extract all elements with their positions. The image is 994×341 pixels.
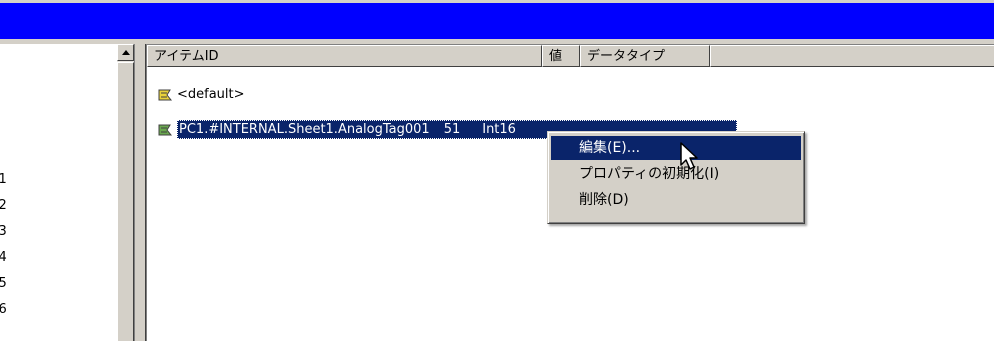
title-bar[interactable] <box>0 0 994 39</box>
tree-item[interactable]: 004 <box>0 245 7 271</box>
mouse-pointer-icon <box>680 142 698 170</box>
item-type-text: Int16 <box>482 122 516 137</box>
column-header-empty <box>710 45 994 67</box>
pane-splitter[interactable] <box>134 44 146 341</box>
list-header: アイテムID 値 データタイプ <box>147 45 994 67</box>
tree-item[interactable]: 003 <box>0 219 7 245</box>
list-item[interactable]: <default> <box>157 85 245 104</box>
item-id-text: PC1.#INTERNAL.Sheet1.AnalogTag001 <box>179 122 430 137</box>
column-header-data-type[interactable]: データタイプ <box>580 45 710 67</box>
arrow-up-icon <box>122 50 130 55</box>
tag-icon <box>158 124 173 135</box>
context-menu: 編集(E)... プロパティの初期化(I) 削除(D) <box>547 131 805 224</box>
tree-scrollbar[interactable] <box>116 44 134 341</box>
menu-item-delete[interactable]: 削除(D) <box>551 188 801 212</box>
menu-item-edit[interactable]: 編集(E)... <box>551 136 801 160</box>
scroll-thumb[interactable] <box>117 62 134 341</box>
tree-item[interactable]: 006 <box>0 297 7 323</box>
column-header-value[interactable]: 値 <box>542 45 580 67</box>
tree-item[interactable]: 005 <box>0 271 7 297</box>
tree-item[interactable]: 002 <box>0 193 7 219</box>
tag-icon <box>158 89 173 100</box>
menu-item-reset-properties[interactable]: プロパティの初期化(I) <box>551 162 801 186</box>
tree-pane[interactable]: 001 002 003 004 005 006 <box>0 44 116 341</box>
item-id-text: <default> <box>177 87 245 102</box>
column-header-item-id[interactable]: アイテムID <box>147 45 542 67</box>
item-value-text: 51 <box>443 122 461 137</box>
scroll-up-button[interactable] <box>117 44 134 61</box>
tree-item[interactable]: 001 <box>0 167 7 193</box>
